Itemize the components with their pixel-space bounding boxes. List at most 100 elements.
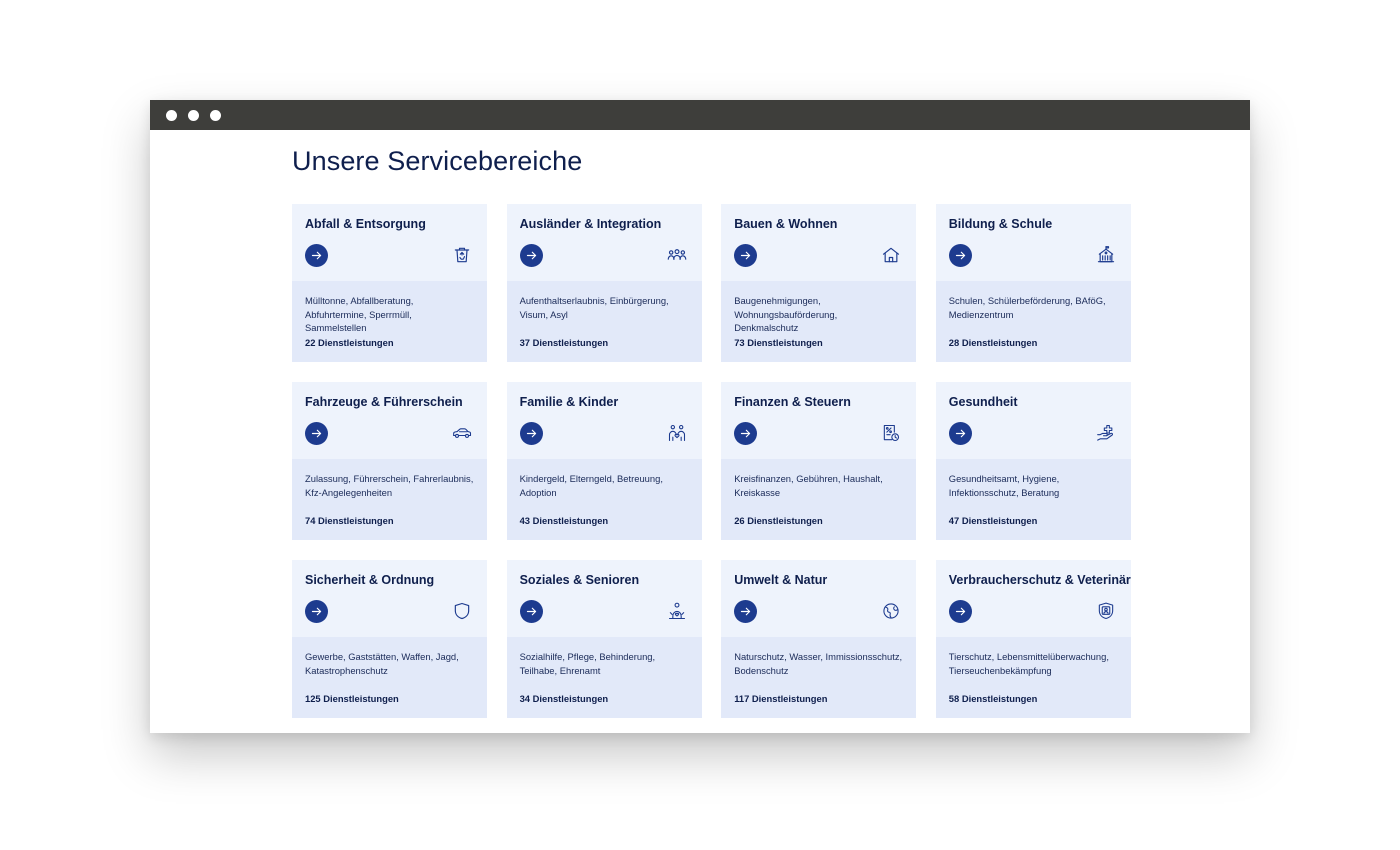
service-card-header: Sicherheit & Ordnung <box>292 560 487 637</box>
service-count: 58 Dienstleistungen <box>948 693 1038 704</box>
browser-window: Unsere Servicebereiche Abfall & Entsorgu… <box>150 100 1250 733</box>
service-card-header: Ausländer & Integration <box>506 204 702 281</box>
service-card-header: Fahrzeuge & Führerschein <box>292 382 487 459</box>
service-card[interactable]: Sicherheit & Ordnung Gewerbe, Gaststätten… <box>292 560 487 718</box>
service-card[interactable]: Umwelt & Natur Naturschutz, Wasser, Immis… <box>721 560 917 718</box>
service-card-title[interactable]: Fahrzeuge & Führerschein <box>305 395 474 409</box>
service-card-title[interactable]: Umwelt & Natur <box>734 573 903 587</box>
service-count: 34 Dienstleistungen <box>519 693 609 704</box>
hand-medical-cross-icon <box>1095 422 1117 444</box>
arrow-right-button[interactable] <box>305 422 328 445</box>
service-card-description: Schulen, Schülerbeförderung, BAföG, Medi… <box>948 295 1106 320</box>
window-control-dot[interactable] <box>188 110 199 121</box>
service-card-header: Finanzen & Steuern <box>721 382 917 459</box>
service-card-header: Bildung & Schule <box>935 204 1131 281</box>
service-count: 117 Dienstleistungen <box>734 693 828 704</box>
service-card-body: Tierschutz, Lebensmittelüberwachung, Tie… <box>936 637 1131 718</box>
arrow-right-button[interactable] <box>519 244 543 267</box>
service-card[interactable]: Abfall & Entsorgung Mülltonne, Abfallbera… <box>292 204 487 362</box>
service-card[interactable]: Bauen & Wohnen Baugenehmigungen, Wohnungs… <box>721 204 917 362</box>
arrow-right-button[interactable] <box>734 244 758 267</box>
service-card-title[interactable]: Verbraucherschutz & Veterinär <box>949 573 1131 587</box>
service-count: 37 Dienstleistungen <box>519 337 609 348</box>
service-card[interactable]: Ausländer & Integration Aufenthaltserlaub… <box>506 204 702 362</box>
service-card-description: Mülltonne, Abfallberatung, Abfuhrtermine… <box>305 295 414 333</box>
service-card[interactable]: Gesundheit Gesundheitsamt, Hygiene, Infek… <box>935 382 1131 540</box>
arrow-right-button[interactable] <box>948 422 972 445</box>
people-group-icon <box>666 244 688 266</box>
service-card-body: Gewerbe, Gaststätten, Waffen, Jagd, Kata… <box>292 637 487 718</box>
page-title: Unsere Servicebereiche <box>292 146 583 176</box>
arrow-right-button[interactable] <box>734 600 758 623</box>
service-count: 28 Dienstleistungen <box>948 337 1038 348</box>
service-card-description: Sozialhilfe, Pflege, Behinderung, Teilha… <box>519 651 656 676</box>
service-card[interactable]: Soziales & Senioren Sozialhilfe, Pflege, … <box>506 560 702 718</box>
service-card-body: Mülltonne, Abfallberatung, Abfuhrtermine… <box>292 281 487 362</box>
service-area-grid: Abfall & Entsorgung Mülltonne, Abfallbera… <box>292 204 1132 718</box>
service-card[interactable]: Verbraucherschutz & Veterinär Tierschutz,… <box>935 560 1131 718</box>
school-building-icon <box>1095 244 1117 266</box>
arrow-right-button[interactable] <box>305 600 328 623</box>
arrow-right-button[interactable] <box>519 422 543 445</box>
service-card-header: Verbraucherschutz & Veterinär <box>935 560 1131 637</box>
service-card-body: Kindergeld, Elterngeld, Betreuung, Adopt… <box>507 459 702 540</box>
arrow-right-button[interactable] <box>305 244 328 267</box>
service-card[interactable]: Finanzen & Steuern Kreisfinanzen, Gebühre… <box>721 382 917 540</box>
service-card[interactable]: Fahrzeuge & Führerschein Zulassung, Führe… <box>292 382 487 540</box>
window-titlebar <box>150 100 1250 130</box>
service-card-title[interactable]: Abfall & Entsorgung <box>305 217 474 231</box>
arrow-right-icon <box>525 427 538 440</box>
service-card-title[interactable]: Sicherheit & Ordnung <box>305 573 474 587</box>
arrow-right-button[interactable] <box>734 422 758 445</box>
service-card-title[interactable]: Ausländer & Integration <box>520 217 689 231</box>
service-card-title[interactable]: Bauen & Wohnen <box>734 217 903 231</box>
shield-icon <box>451 600 473 622</box>
arrow-right-button[interactable] <box>948 600 972 623</box>
house-icon <box>880 244 902 266</box>
service-card[interactable]: Bildung & Schule Schulen, Schülerbeförder… <box>935 204 1131 362</box>
arrow-right-button[interactable] <box>948 244 972 267</box>
arrow-right-icon <box>954 427 967 440</box>
service-card-body: Schulen, Schülerbeförderung, BAföG, Medi… <box>936 281 1131 362</box>
service-card-header: Gesundheit <box>935 382 1131 459</box>
service-card-description: Kindergeld, Elterngeld, Betreuung, Adopt… <box>519 473 663 498</box>
service-card-description: Gesundheitsamt, Hygiene, Infektionsschut… <box>948 473 1060 498</box>
service-card-title[interactable]: Soziales & Senioren <box>520 573 689 587</box>
window-control-dot[interactable] <box>210 110 221 121</box>
arrow-right-icon <box>954 249 967 262</box>
service-count: 73 Dienstleistungen <box>734 337 823 348</box>
service-card-title[interactable]: Bildung & Schule <box>949 217 1118 231</box>
arrow-right-button[interactable] <box>519 600 543 623</box>
family-icon <box>666 422 688 444</box>
globe-leaf-icon <box>880 600 902 622</box>
caring-person-icon <box>666 600 688 622</box>
arrow-right-icon <box>739 605 752 618</box>
service-card[interactable]: Familie & Kinder Kindergeld, Elterngeld, … <box>506 382 702 540</box>
service-count: 26 Dienstleistungen <box>734 515 823 526</box>
service-card-description: Naturschutz, Wasser, Immissionsschutz, B… <box>734 651 903 676</box>
service-card-title[interactable]: Gesundheit <box>949 395 1118 409</box>
service-card-description: Aufenthaltserlaubnis, Einbürgerung, Visu… <box>519 295 669 320</box>
service-card-header: Familie & Kinder <box>506 382 702 459</box>
tax-document-clock-icon <box>880 422 902 444</box>
service-count: 22 Dienstleistungen <box>305 337 394 348</box>
service-card-description: Baugenehmigungen, Wohnungsbauförderung, … <box>734 295 838 333</box>
arrow-right-icon <box>310 249 323 262</box>
service-card-body: Zulassung, Führerschein, Fahrerlaubnis, … <box>292 459 487 540</box>
arrow-right-icon <box>310 605 323 618</box>
window-control-dot[interactable] <box>166 110 177 121</box>
service-card-body: Aufenthaltserlaubnis, Einbürgerung, Visu… <box>507 281 702 362</box>
service-card-title[interactable]: Finanzen & Steuern <box>734 395 903 409</box>
service-card-title[interactable]: Familie & Kinder <box>520 395 689 409</box>
service-card-header: Umwelt & Natur <box>721 560 917 637</box>
recycle-bin-icon <box>451 244 473 266</box>
service-card-body: Naturschutz, Wasser, Immissionsschutz, B… <box>721 637 916 718</box>
service-count: 47 Dienstleistungen <box>948 515 1038 526</box>
arrow-right-icon <box>525 249 538 262</box>
arrow-right-icon <box>739 249 752 262</box>
service-card-body: Baugenehmigungen, Wohnungsbauförderung, … <box>721 281 916 362</box>
arrow-right-icon <box>739 427 752 440</box>
service-card-header: Abfall & Entsorgung <box>292 204 487 281</box>
service-count: 43 Dienstleistungen <box>519 515 609 526</box>
arrow-right-icon <box>310 427 323 440</box>
